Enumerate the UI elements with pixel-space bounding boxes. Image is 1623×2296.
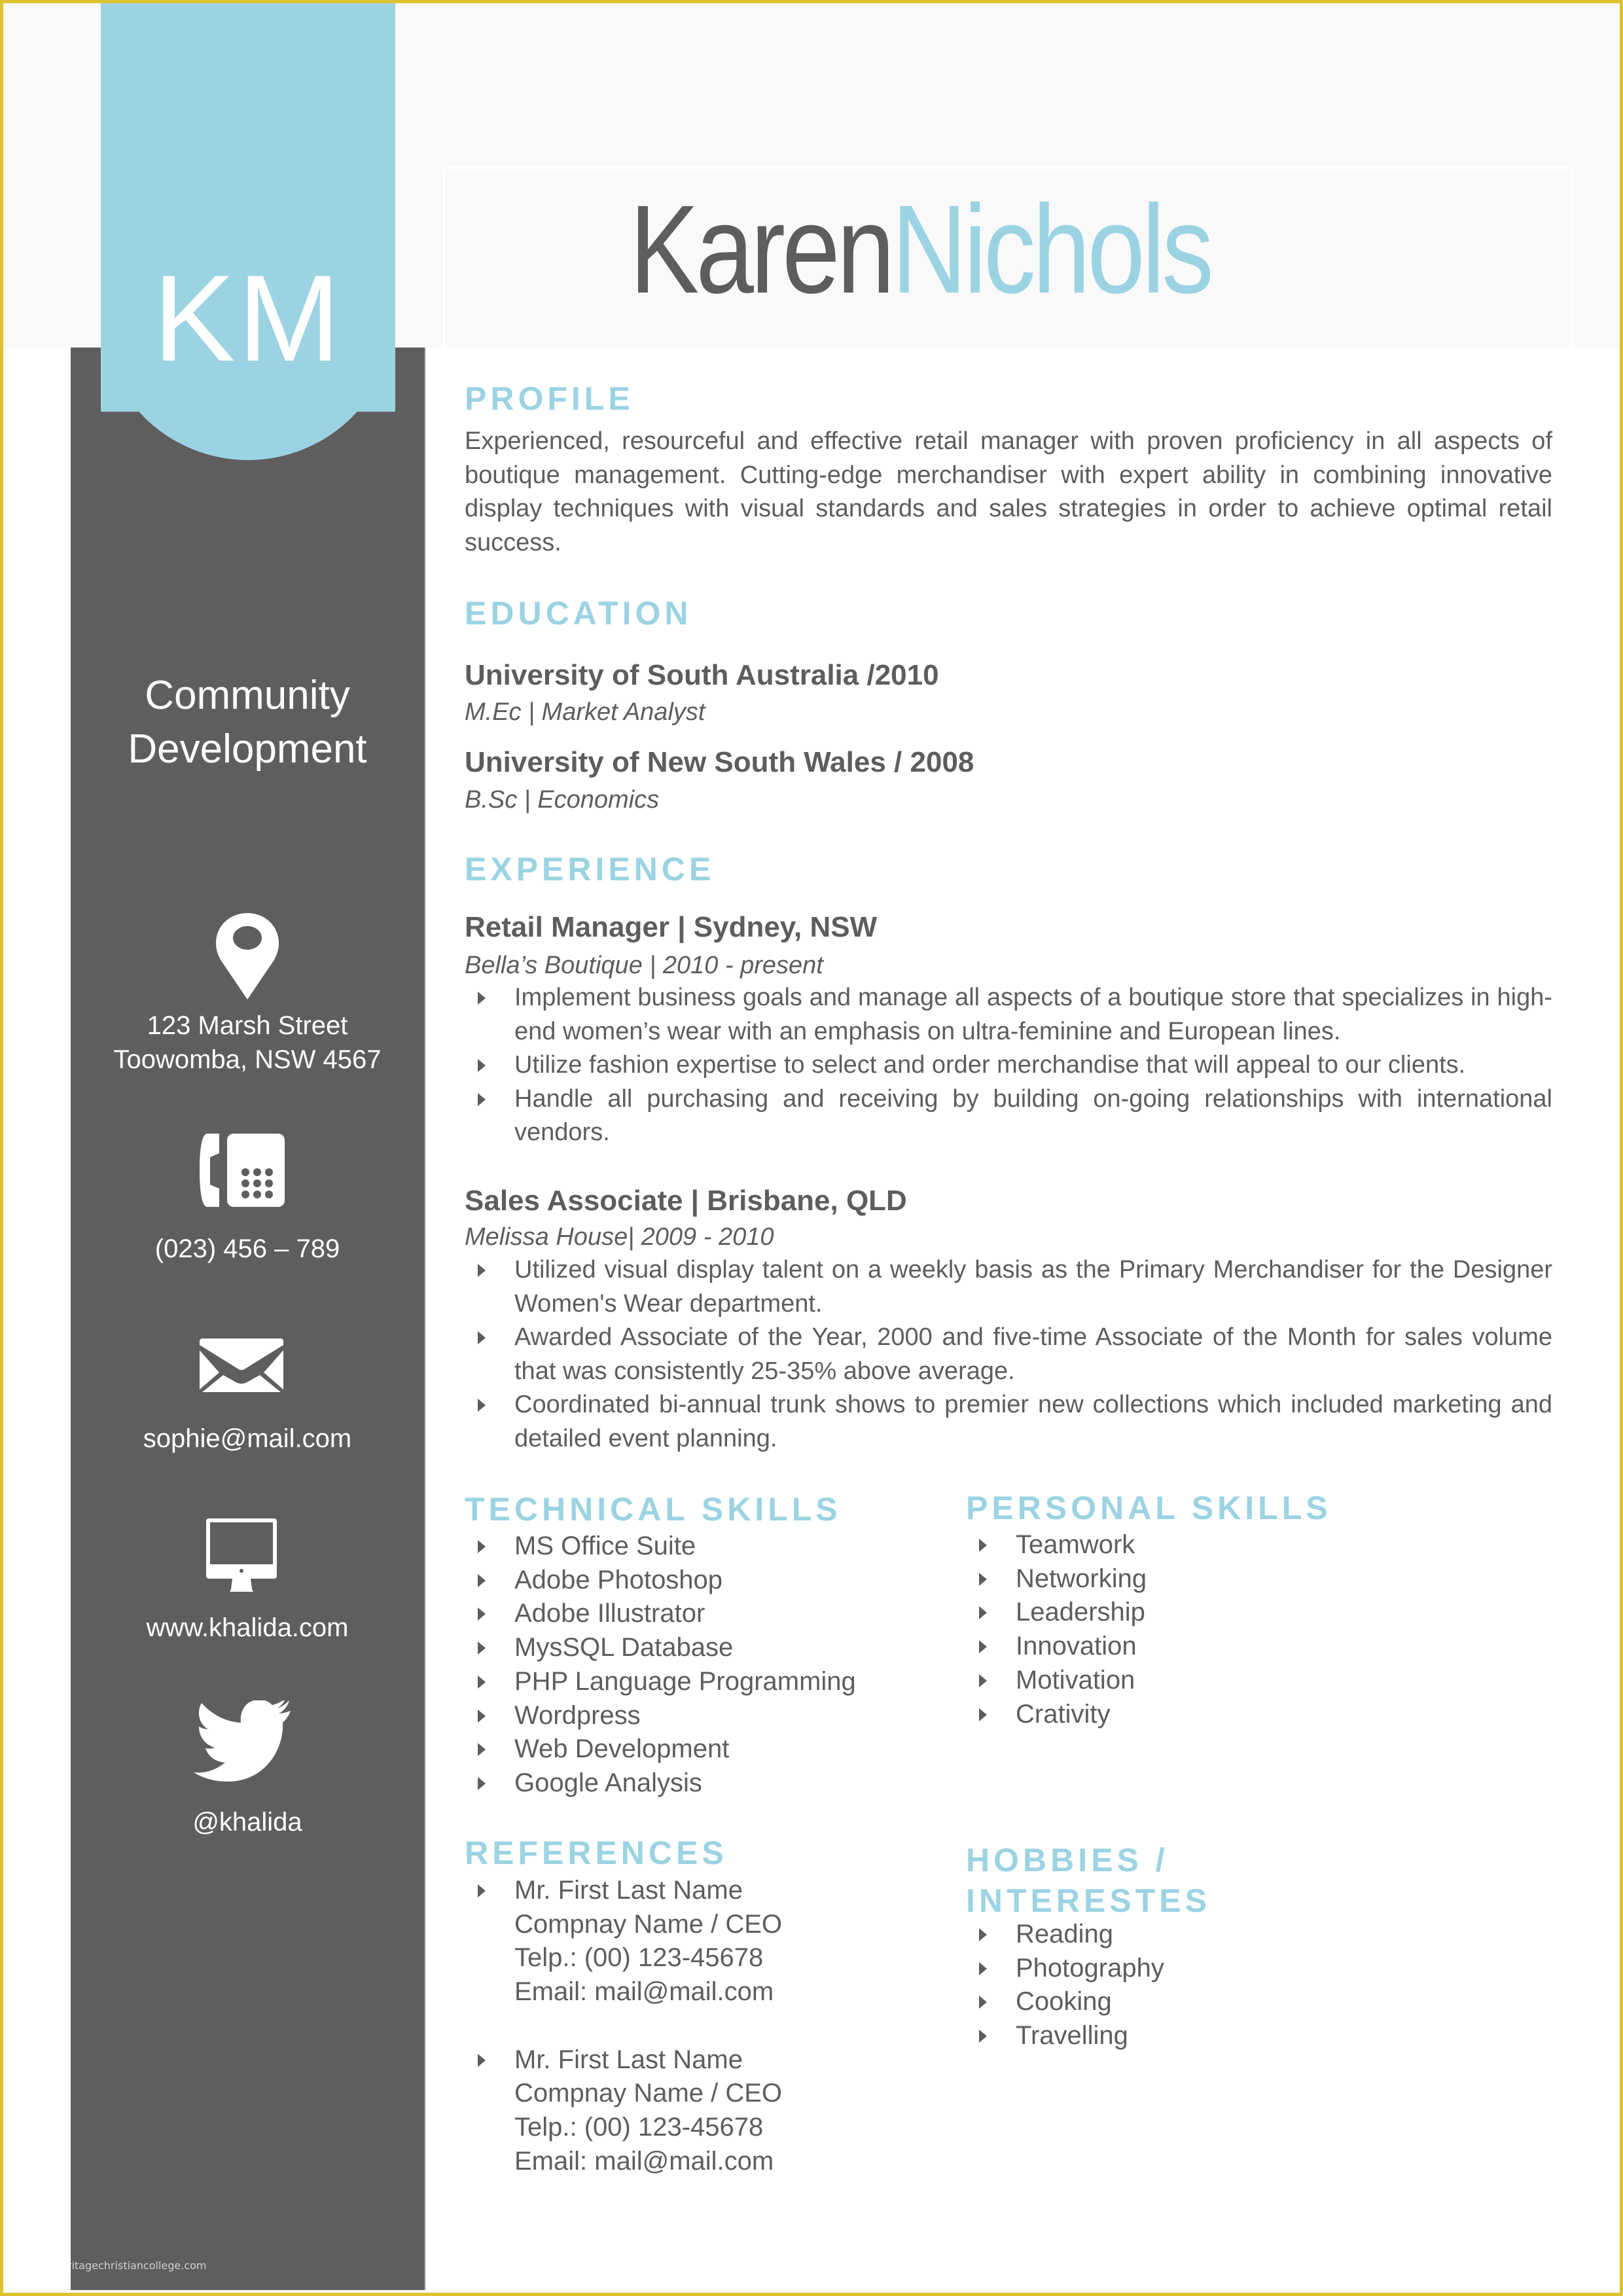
twitter-bird-icon	[194, 1700, 291, 1782]
hobbies-heading-line2: INTERESTES	[966, 1882, 1211, 1919]
list-item: Google Analysis	[465, 1767, 856, 1801]
hobbies-heading-line1: HOBBIES /	[966, 1842, 1169, 1878]
hobbies-heading: HOBBIES / INTERESTES	[966, 1840, 1211, 1921]
list-item: Coordinated bi-annual trunk shows to pre…	[465, 1388, 1552, 1456]
list-item: Handle all purchasing and receiving by b…	[465, 1083, 1552, 1150]
job-detail: Melissa House| 2009 - 2010	[465, 1223, 774, 1251]
technical-skills-list: MS Office Suite Adobe Photoshop Adobe Il…	[465, 1530, 856, 1801]
watermark: www.heritagechristiancollege.com	[26, 2259, 207, 2272]
reference-phone: Telp.: (00) 123-45678	[514, 2112, 764, 2142]
monitor-icon	[206, 1518, 277, 1592]
experience-heading: EXPERIENCE	[465, 851, 715, 888]
education-entry-title: University of New South Wales / 2008	[465, 746, 974, 778]
profile-text: Experienced, resourceful and effective r…	[465, 427, 1552, 556]
reference-company: Compnay Name / CEO	[514, 1909, 783, 1939]
sidebar-title: Community Development	[71, 669, 424, 776]
personal-skills-list: Teamwork Networking Leadership Innovatio…	[966, 1528, 1147, 1731]
job-bullets: Implement business goals and manage all …	[465, 981, 1552, 1150]
sidebar-title-line2: Development	[128, 726, 367, 772]
list-item: Utilize fashion expertise to select and …	[465, 1049, 1552, 1083]
list-item: Networking	[966, 1562, 1147, 1596]
list-item: Leadership	[966, 1596, 1147, 1630]
website-link[interactable]: www.khalida.com	[71, 1611, 424, 1645]
technical-skills-heading: TECHNICAL SKILLS	[465, 1491, 842, 1528]
education-entry-detail: M.Ec | Market Analyst	[465, 698, 705, 726]
personal-skills-heading: PERSONAL SKILLS	[966, 1490, 1332, 1526]
reference-name: Mr. First Last Name	[514, 2045, 743, 2074]
envelope-icon	[200, 1338, 283, 1392]
list-item: Reading	[966, 1918, 1164, 1952]
list-item: Adobe Photoshop	[465, 1564, 856, 1598]
references-heading: REFERENCES	[465, 1835, 728, 1871]
twitter-handle[interactable]: @khalida	[71, 1805, 424, 1839]
sidebar-title-line1: Community	[145, 673, 350, 718]
address-line1: 123 Marsh Street	[147, 1011, 348, 1040]
list-item: Awarded Associate of the Year, 2000 and …	[465, 1321, 1552, 1388]
reference-entry: Mr. First Last Name Compnay Name / CEO T…	[465, 2043, 782, 2179]
list-item: MysSQL Database	[465, 1631, 856, 1665]
list-item: Wordpress	[465, 1699, 856, 1733]
list-item: Adobe Illustrator	[465, 1597, 856, 1631]
education-entry-detail: B.Sc | Economics	[465, 786, 660, 814]
reference-company: Compnay Name / CEO	[514, 2079, 783, 2108]
list-item: Crativity	[966, 1698, 1147, 1732]
list-item: Photography	[966, 1952, 1164, 1986]
first-name: Karen	[630, 179, 895, 319]
telephone-icon	[200, 1134, 285, 1207]
list-item: Travelling	[966, 2019, 1164, 2053]
hobbies-list: Reading Photography Cooking Travelling	[966, 1918, 1164, 2053]
reference-email[interactable]: Email: mail@mail.com	[514, 1975, 782, 2009]
list-item: Motivation	[966, 1664, 1147, 1698]
reference-entry: Mr. First Last Name Compnay Name / CEO T…	[465, 1874, 782, 2009]
phone-number: (023) 456 – 789	[154, 1234, 340, 1263]
job-title: Sales Associate | Brisbane, QLD	[465, 1185, 907, 1217]
reference-email[interactable]: Email: mail@mail.com	[514, 2145, 782, 2179]
references-list: Mr. First Last Name Compnay Name / CEO T…	[465, 1874, 782, 2178]
address-line2: Toowomba, NSW 4567	[113, 1045, 382, 1074]
sidebar	[71, 348, 425, 2290]
list-item: Web Development	[465, 1732, 856, 1767]
list-item: PHP Language Programming	[465, 1665, 856, 1699]
list-item: Teamwork	[966, 1528, 1147, 1562]
reference-phone: Telp.: (00) 123-45678	[514, 1943, 764, 1973]
reference-name: Mr. First Last Name	[514, 1876, 743, 1905]
job-bullets: Utilized visual display talent on a week…	[465, 1253, 1552, 1456]
list-item: Implement business goals and manage all …	[465, 981, 1552, 1049]
list-item: MS Office Suite	[465, 1530, 856, 1564]
list-item: Utilized visual display talent on a week…	[465, 1253, 1552, 1321]
list-item: Innovation	[966, 1630, 1147, 1664]
education-entry-title: University of South Australia /2010	[465, 659, 939, 691]
job-detail: Bella’s Boutique | 2010 - present	[465, 952, 823, 979]
address: 123 Marsh Street Toowomba, NSW 4567	[71, 1009, 424, 1077]
profile-heading: PROFILE	[465, 380, 634, 417]
monogram-initials: KM	[153, 249, 343, 387]
map-pin-icon	[216, 913, 279, 999]
last-name: Nichols	[891, 179, 1214, 319]
job-title: Retail Manager | Sydney, NSW	[465, 911, 878, 943]
list-item: Cooking	[966, 1985, 1164, 2019]
email-link[interactable]: sophie@mail.com	[71, 1422, 424, 1456]
education-heading: EDUCATION	[465, 595, 692, 632]
